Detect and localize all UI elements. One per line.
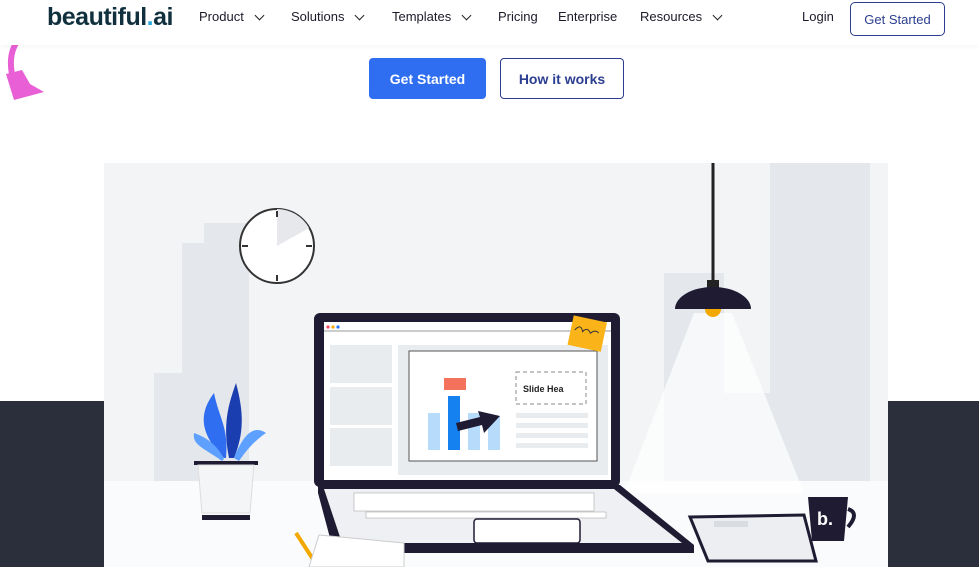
- login-link[interactable]: Login: [802, 9, 834, 24]
- logo-text: beautiful: [47, 3, 147, 31]
- nav-label: Templates: [392, 9, 452, 24]
- chevron-down-icon: [461, 10, 472, 21]
- logo[interactable]: beautiful.ai: [47, 3, 173, 32]
- get-started-button[interactable]: Get Started: [369, 58, 486, 99]
- chevron-down-icon: [355, 10, 365, 21]
- nav-label: Enterprise: [558, 9, 618, 24]
- nav-item-pricing[interactable]: Pricing: [498, 9, 538, 24]
- nav-item-templates[interactable]: Templates: [392, 9, 472, 24]
- nav-get-started-button[interactable]: Get Started: [850, 2, 945, 36]
- keyboard: [353, 492, 607, 519]
- trackpad: [473, 518, 581, 544]
- nav-label: Solutions: [291, 9, 345, 24]
- top-nav: beautiful.ai Product Solutions Templates…: [0, 0, 979, 45]
- logo-suffix: ai: [153, 3, 173, 31]
- nav-label: Pricing: [498, 9, 538, 24]
- clock-icon: [239, 208, 315, 284]
- nav-item-product[interactable]: Product: [199, 9, 265, 24]
- nav-label: Product: [199, 9, 244, 24]
- slide-heading-text: Slide Hea: [523, 384, 565, 394]
- nav-item-solutions[interactable]: Solutions: [291, 9, 365, 24]
- hero-illustration: Slide Hea b.: [104, 163, 888, 567]
- nav-label: Resources: [640, 9, 703, 24]
- nav-item-resources[interactable]: Resources: [640, 9, 723, 24]
- chevron-down-icon: [254, 10, 265, 21]
- how-it-works-button[interactable]: How it works: [500, 58, 624, 99]
- mug-logo: b.: [817, 509, 833, 529]
- nav-item-enterprise[interactable]: Enterprise: [558, 9, 617, 24]
- chevron-down-icon: [712, 10, 723, 21]
- notebook-icon: [687, 513, 818, 563]
